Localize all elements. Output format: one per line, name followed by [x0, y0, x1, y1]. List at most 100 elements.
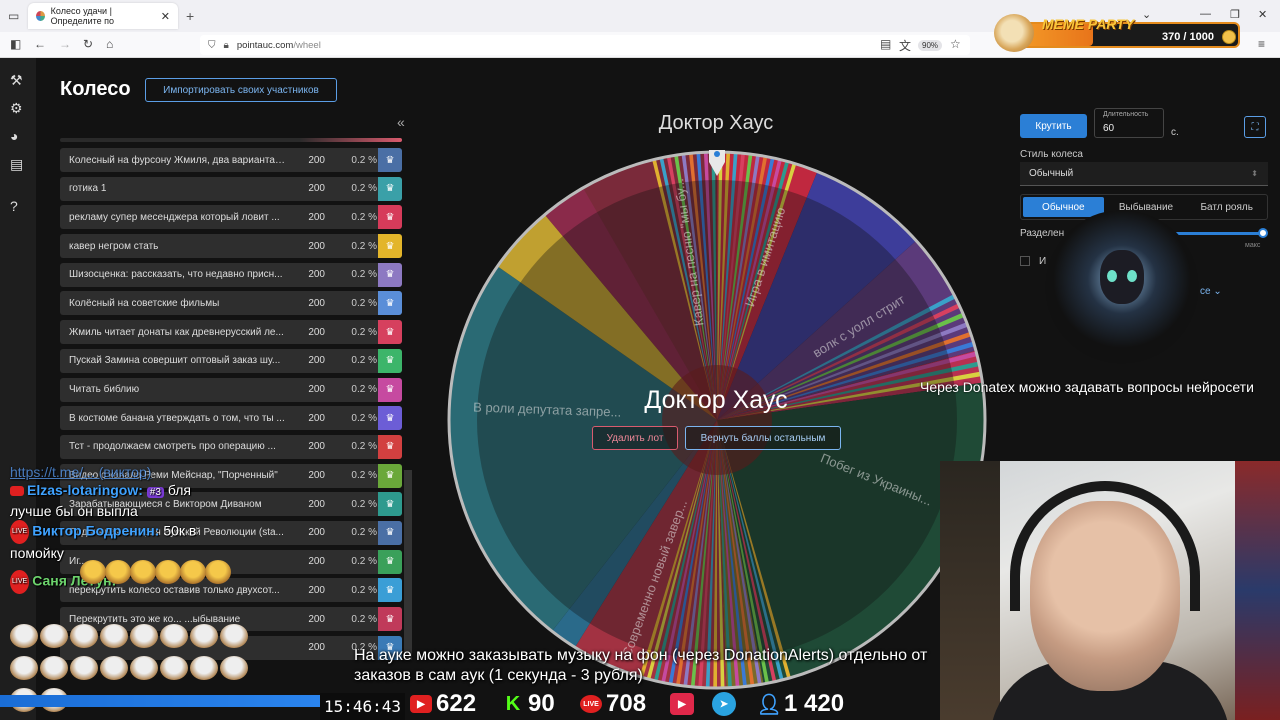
- help-icon[interactable]: ?: [10, 198, 18, 214]
- fullscreen-icon[interactable]: ⛶: [1244, 116, 1266, 138]
- kick-viewers: K 90: [502, 688, 555, 720]
- lot-amount: 200: [308, 584, 325, 596]
- zoom-level[interactable]: 90%: [918, 40, 943, 51]
- trophy-icon[interactable]: ♛: [378, 578, 402, 603]
- lock-icon[interactable]: 🔒︎: [224, 40, 229, 51]
- close-tab-icon[interactable]: ✕: [161, 10, 170, 23]
- lot-name[interactable]: Колесный на фурсону Жмиля, два варианта:…: [60, 155, 285, 166]
- lot-amount: 200: [308, 183, 325, 195]
- reload-icon[interactable]: ↻: [83, 37, 93, 51]
- total-viewers: 👤︎ 1 420: [756, 690, 845, 717]
- option-checkbox-label: И: [1039, 256, 1047, 267]
- stream-clock: 15:46:43: [320, 693, 406, 720]
- trophy-icon[interactable]: ♛: [378, 406, 402, 431]
- lot-percent: 0.2 %: [351, 498, 377, 510]
- lot-amount: 200: [308, 384, 325, 395]
- lot-name[interactable]: кавер негром стать: [60, 241, 285, 252]
- lot-row[interactable]: Жмиль читает донаты как древнерусский ле…: [60, 320, 402, 345]
- address-bar[interactable]: ⛉ 🔒︎ pointauc.com/wheel: [200, 35, 970, 55]
- trophy-icon[interactable]: ♛: [378, 148, 402, 172]
- back-icon[interactable]: ←: [34, 37, 46, 51]
- lot-row[interactable]: готика 1 200 0.2 % ♛: [60, 176, 402, 201]
- lot-row[interactable]: Читать библию 200 0.2 % ♛: [60, 377, 402, 402]
- translate-icon[interactable]: 文: [899, 37, 911, 54]
- chevron-down-icon: ⬍: [1251, 169, 1258, 178]
- trophy-icon[interactable]: ♛: [378, 291, 402, 316]
- lot-row[interactable]: рекламу супер месенджера который ловит .…: [60, 205, 402, 230]
- lot-name[interactable]: готика 1: [60, 183, 285, 194]
- youtube-viewers: ▶ 622: [410, 688, 476, 720]
- browser-tab[interactable]: Колесо удачи | Определите по ✕: [28, 3, 178, 29]
- auction-hammer-icon[interactable]: ⚒: [10, 72, 23, 89]
- history-icon[interactable]: ▤: [10, 156, 23, 173]
- lot-name[interactable]: Тст - продолжаем смотреть про операцию .…: [60, 441, 285, 452]
- list-scrollbar[interactable]: [404, 470, 412, 660]
- trophy-icon[interactable]: ♛: [378, 348, 402, 373]
- fortune-wheel[interactable]: Кавер на песню "мы бу... Игра в имитациюв…: [447, 150, 987, 690]
- wheel-icon[interactable]: ◕: [10, 128, 18, 144]
- wheel-style-select[interactable]: Обычный ⬍: [1020, 162, 1268, 186]
- trophy-icon[interactable]: ♛: [378, 205, 402, 230]
- lot-percent: 0.2 %: [351, 527, 377, 539]
- delete-lot-button[interactable]: Удалить лот: [592, 426, 678, 450]
- lot-name[interactable]: Колёсный на советские фильмы: [60, 298, 285, 309]
- trophy-icon[interactable]: ♛: [378, 434, 402, 459]
- trophy-icon[interactable]: ♛: [378, 262, 402, 287]
- stream-caption: На ауке можно заказывать музыку на фон (…: [354, 647, 928, 684]
- lot-row[interactable]: Пускай Замина совершит оптовый заказ шу.…: [60, 348, 402, 373]
- vtuber-avatar: [1045, 210, 1199, 364]
- trophy-icon[interactable]: ♛: [378, 377, 402, 402]
- lot-name[interactable]: Читать библию: [60, 384, 285, 395]
- doge-icon: [994, 14, 1034, 52]
- chat-link[interactable]: https://t.me/... (виктор): [10, 463, 250, 481]
- lot-row[interactable]: кавер негром стать 200 0.2 % ♛: [60, 234, 402, 259]
- option-checkbox[interactable]: [1020, 256, 1030, 266]
- menu-icon[interactable]: ≡: [1258, 37, 1265, 51]
- lot-row[interactable]: Тст - продолжаем смотреть про операцию .…: [60, 434, 402, 459]
- mode-battle-royale[interactable]: Батл рояль: [1186, 195, 1267, 219]
- lot-name[interactable]: рекламу супер месенджера который ловит .…: [60, 212, 285, 223]
- trophy-icon[interactable]: ♛: [378, 320, 402, 345]
- trophy-icon[interactable]: ♛: [378, 549, 402, 574]
- forward-icon[interactable]: →: [59, 37, 71, 51]
- lot-percent: 0.2 %: [351, 326, 377, 338]
- import-participants-button[interactable]: Импортировать своих участников: [145, 78, 337, 102]
- trophy-icon[interactable]: ♛: [378, 176, 402, 201]
- lot-row[interactable]: Колёсный на советские фильмы 200 0.2 % ♛: [60, 291, 402, 316]
- duration-field[interactable]: Длительность 60: [1094, 108, 1164, 138]
- trophy-icon[interactable]: ♛: [378, 463, 402, 488]
- lot-name[interactable]: Шизосценка: рассказать, что недавно прис…: [60, 269, 285, 280]
- return-points-button[interactable]: Вернуть баллы остальным: [685, 426, 841, 450]
- tab-overview-icon[interactable]: ▭: [8, 9, 19, 23]
- lot-row[interactable]: В костюме банана утверждать о том, что т…: [60, 406, 402, 431]
- lot-name[interactable]: Пускай Замина совершит оптовый заказ шу.…: [60, 355, 285, 366]
- lot-name[interactable]: В костюме банана утверждать о том, что т…: [60, 413, 285, 424]
- settings-gear-icon[interactable]: ⚙: [10, 100, 23, 117]
- slider-knob[interactable]: [1258, 228, 1268, 238]
- chat-emotes-row: [80, 560, 235, 586]
- home-icon[interactable]: ⌂: [106, 37, 113, 51]
- trophy-icon[interactable]: ♛: [378, 234, 402, 259]
- show-more-link[interactable]: се ⌄: [1200, 286, 1222, 297]
- trophy-icon[interactable]: ♛: [378, 607, 402, 631]
- new-tab-icon[interactable]: +: [186, 8, 194, 24]
- shield-icon[interactable]: ⛉: [208, 40, 216, 51]
- lot-row[interactable]: Шизосценка: рассказать, что недавно прис…: [60, 262, 402, 287]
- lot-amount: 200: [308, 211, 325, 223]
- reader-view-icon[interactable]: ▤: [880, 37, 891, 51]
- close-window-icon[interactable]: ✕: [1258, 8, 1267, 21]
- separator-label: Разделен: [1020, 228, 1065, 239]
- lot-row[interactable]: Колесный на фурсону Жмиля, два варианта:…: [60, 148, 402, 172]
- lot-name[interactable]: Жмиль читает донаты как древнерусский ле…: [60, 327, 285, 338]
- spin-button[interactable]: Крутить: [1020, 114, 1087, 138]
- bookmark-star-icon[interactable]: ☆: [950, 37, 961, 51]
- lot-percent: 0.2 %: [351, 441, 377, 453]
- trophy-icon[interactable]: ♛: [378, 492, 402, 517]
- sidebar-toggle-icon[interactable]: ◧: [10, 37, 21, 51]
- vk-live-icon: LIVE: [580, 695, 602, 713]
- collapse-list-icon[interactable]: «: [397, 114, 405, 130]
- mode-normal[interactable]: Обычное: [1023, 197, 1104, 217]
- lot-percent: 0.2 %: [351, 412, 377, 424]
- trophy-icon[interactable]: ♛: [378, 520, 402, 545]
- donatex-ticker: Через Donatex можно задавать вопросы ней…: [920, 379, 1254, 395]
